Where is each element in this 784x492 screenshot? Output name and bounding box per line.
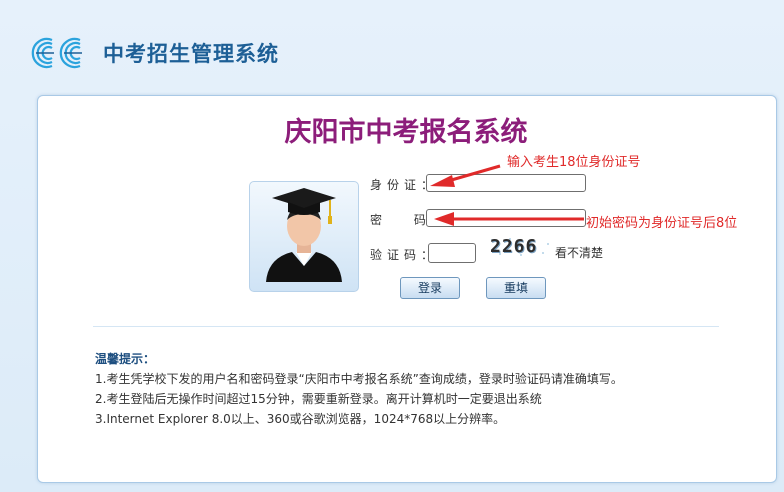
password-input[interactable]: [426, 209, 586, 227]
cc-logo-icon: [31, 37, 82, 69]
divider: [93, 326, 719, 327]
captcha-refresh-link[interactable]: 看不清楚: [555, 244, 603, 261]
password-hint-annotation: 初始密码为身份证号后8位: [586, 216, 738, 231]
tips-heading: 温馨提示：: [95, 352, 156, 366]
tip-item: 1.考生凭学校下发的用户名和密码登录“庆阳市中考报名系统”查询成绩，登录时验证码…: [95, 372, 623, 386]
id-hint-annotation: 输入考生18位身份证号: [507, 155, 641, 170]
page-title: 庆阳市中考报名系统: [284, 117, 528, 148]
graduate-avatar-icon: [249, 181, 359, 292]
captcha-image: 2266: [490, 236, 538, 257]
tip-item: 3.Internet Explorer 8.0以上、360或谷歌浏览器，1024…: [95, 412, 506, 426]
login-button[interactable]: 登录: [400, 277, 460, 299]
app-title: 中考招生管理系统: [103, 42, 279, 66]
tip-item: 2.考生登陆后无操作时间超过15分钟，需要重新登录。离开计算机时一定要退出系统: [95, 392, 542, 406]
id-number-input[interactable]: [426, 174, 586, 192]
captcha-input[interactable]: [428, 243, 476, 263]
reset-button[interactable]: 重填: [486, 277, 546, 299]
